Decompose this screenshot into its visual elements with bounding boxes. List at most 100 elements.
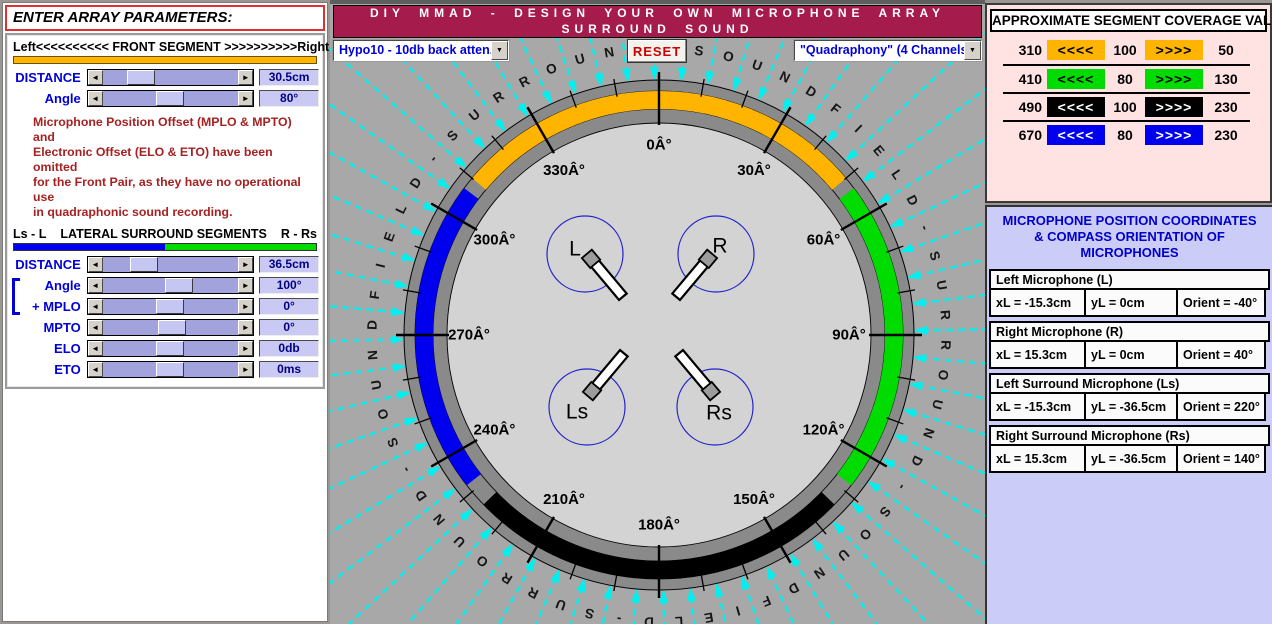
- eto-track[interactable]: [103, 362, 238, 377]
- mpto-scrollbar[interactable]: ◄ ►: [86, 319, 255, 336]
- coverage-panel-title: APPROXIMATE SEGMENT COVERAGE VALUES: [990, 9, 1272, 32]
- elo-scrollbar[interactable]: ◄ ►: [86, 340, 255, 357]
- soundfield-arrow: [330, 472, 430, 535]
- distance-track[interactable]: [103, 70, 238, 85]
- mplo-track[interactable]: [103, 299, 238, 314]
- coverage-span: 80: [1117, 71, 1133, 87]
- distance-track[interactable]: [103, 257, 238, 272]
- ring-text-char: N: [920, 426, 937, 440]
- elo-track[interactable]: [103, 341, 238, 356]
- ring-text-char: S: [444, 127, 461, 144]
- distance-scrollbar[interactable]: ◄ ►: [86, 69, 255, 86]
- soundfield-arrow: [796, 564, 834, 624]
- arrowhead-icon: [410, 226, 426, 236]
- surround-dial: S OUNDFIELD-SURROUND-SOUNDFIELD-SURROUND-…: [330, 32, 985, 624]
- scroll-right-button[interactable]: ►: [238, 320, 254, 335]
- degree-label: 270Â°: [448, 326, 490, 344]
- mplo-thumb[interactable]: [156, 299, 185, 314]
- mic-cell: xL = -15.3cm: [989, 288, 1086, 317]
- front-sliders-group: DISTANCE ◄ ► 30.5cm Angle ◄ ► 80°: [9, 68, 321, 108]
- soundfield-arrow: [819, 548, 879, 624]
- angle-slider-row: Angle ◄ ► 80°: [11, 89, 319, 108]
- scroll-right-button[interactable]: ►: [238, 91, 254, 106]
- degree-label: 150Â°: [733, 490, 775, 508]
- arrowhead-icon: [414, 442, 429, 453]
- scroll-left-button[interactable]: ◄: [87, 320, 103, 335]
- distance-label: DISTANCE: [15, 257, 81, 272]
- distance-thumb[interactable]: [126, 70, 155, 85]
- preset-dropdown[interactable]: Hypo10 - 10db back atten. ▼: [333, 40, 509, 61]
- soundfield-arrow: [330, 305, 393, 313]
- soundfield-arrow: [330, 194, 413, 232]
- mpto-track[interactable]: [103, 320, 238, 335]
- scroll-left-button[interactable]: ◄: [87, 362, 103, 377]
- ring-text-char: O: [544, 60, 559, 78]
- arrowhead-icon: [395, 279, 410, 289]
- scroll-right-button[interactable]: ►: [238, 257, 254, 272]
- angle-scrollbar[interactable]: ◄ ►: [86, 90, 255, 107]
- angle-thumb[interactable]: [156, 91, 185, 106]
- coverage-to: 130: [1214, 71, 1238, 87]
- scroll-left-button[interactable]: ◄: [87, 341, 103, 356]
- coverage-to: 230: [1214, 99, 1238, 115]
- scroll-left-button[interactable]: ◄: [87, 257, 103, 272]
- scroll-right-button[interactable]: ►: [238, 299, 254, 314]
- distance-thumb[interactable]: [129, 257, 158, 272]
- ring-text-char: U: [554, 596, 568, 613]
- mic-cell: yL = 0cm: [1084, 340, 1178, 369]
- ring-text-char: R: [937, 310, 953, 321]
- arrowhead-icon: [649, 66, 659, 82]
- eto-thumb[interactable]: [156, 362, 185, 377]
- mic-cell: xL = 15.3cm: [989, 340, 1086, 369]
- angle-track[interactable]: [103, 91, 238, 106]
- scroll-right-button[interactable]: ►: [238, 70, 254, 85]
- degree-label: 180Â°: [638, 516, 680, 534]
- ring-text-char: L: [392, 202, 409, 216]
- degree-label: 60Â°: [807, 231, 841, 249]
- chevron-down-icon[interactable]: ▼: [964, 41, 981, 60]
- arrowhead-icon: [908, 381, 923, 391]
- mic-section: Right Surround Microphone (Rs) xL = 15.3c…: [989, 425, 1270, 473]
- mplo-label: + MPLO: [32, 299, 81, 314]
- scroll-right-button[interactable]: ►: [238, 278, 254, 293]
- arrowhead-icon: [404, 417, 419, 427]
- ring-text-char: L: [674, 614, 683, 624]
- elo-thumb[interactable]: [156, 341, 185, 356]
- scroll-left-button[interactable]: ◄: [87, 70, 103, 85]
- lateral-right-label: R - Rs: [280, 227, 317, 241]
- ring-text-char: N: [777, 68, 792, 86]
- eto-scrollbar[interactable]: ◄ ►: [86, 361, 255, 378]
- ring-text-char: U: [466, 106, 483, 124]
- scroll-left-button[interactable]: ◄: [87, 91, 103, 106]
- ring-text-char: S: [926, 249, 943, 262]
- arrowhead-icon: [396, 390, 412, 400]
- ring-text-char: U: [573, 51, 587, 68]
- app-window: ENTER ARRAY PARAMETERS: Left <<<<<<<<<< …: [0, 0, 1272, 624]
- scroll-right-button[interactable]: ►: [238, 362, 254, 377]
- angle-scrollbar[interactable]: ◄ ►: [86, 277, 255, 294]
- soundfield-arrow: [926, 328, 985, 332]
- soundfield-arrow: [771, 577, 796, 624]
- left-surround-color: [14, 244, 165, 250]
- mplo-scrollbar[interactable]: ◄ ►: [86, 298, 255, 315]
- angle-track[interactable]: [103, 278, 238, 293]
- ring-text-char: N: [811, 564, 827, 582]
- mic-section-header: Left Microphone (L): [989, 269, 1270, 290]
- ring-text-char: R: [938, 340, 953, 351]
- parameters-panel-title: ENTER ARRAY PARAMETERS:: [5, 5, 325, 31]
- reset-button[interactable]: RESET: [627, 39, 687, 63]
- scroll-left-button[interactable]: ◄: [87, 278, 103, 293]
- channels-dropdown[interactable]: "Quadraphony" (4 Channels ▼: [794, 40, 982, 61]
- ring-text-char: O: [722, 48, 736, 65]
- ring-text-char: -: [917, 223, 933, 233]
- distance-scrollbar[interactable]: ◄ ►: [86, 256, 255, 273]
- scroll-left-button[interactable]: ◄: [87, 299, 103, 314]
- chevron-down-icon[interactable]: ▼: [491, 41, 508, 60]
- mpto-thumb[interactable]: [157, 320, 186, 335]
- scroll-right-button[interactable]: ►: [238, 341, 254, 356]
- angle-thumb[interactable]: [165, 278, 194, 293]
- soundfield-arrow: [888, 137, 985, 198]
- ring-text-char: O: [374, 407, 391, 421]
- mic-section-header: Right Microphone (R): [989, 321, 1270, 342]
- degree-label: 0Â°: [646, 136, 671, 154]
